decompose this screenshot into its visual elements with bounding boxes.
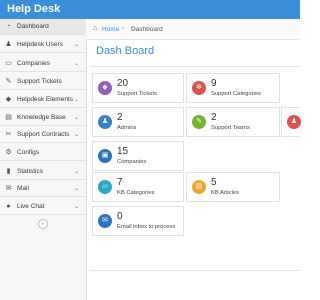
sidebar-item-label: Companies [17,60,50,67]
user-icon: ♟ [287,115,301,129]
sidebar-item-support-tickets[interactable]: ✎ Support Tickets [0,74,86,90]
stat-card-kb-articles[interactable]: ▤ 5 KB Articles [186,172,280,202]
users-icon: ♟ [5,41,12,48]
sidebar: ◔ Dashboard ♟ Helpdesk Users ⌄ ▭ Compani… [0,19,87,300]
stat-count: 7 [117,177,123,188]
companies-icon: ▭ [5,60,12,67]
sidebar-item-helpdesk-elements[interactable]: ◆ Helpdesk Elements ⌄ [0,92,86,108]
stat-label: Companies [117,159,147,165]
stat-count: 9 [211,78,217,89]
stat-card-email-inbox[interactable]: ✉ 0 Email inbox to process [92,206,184,236]
stat-card-companies[interactable]: ▣ 15 Companies [92,141,184,171]
teams-icon: ✎ [192,115,206,129]
sidebar-item-statistics[interactable]: ▮ Statistics ⌄ [0,164,86,180]
collapse-sidebar-button[interactable]: « [38,219,48,229]
sidebar-item-knowledge-base[interactable]: ▤ Knowledge Base ⌄ [0,110,86,126]
sidebar-item-configs[interactable]: ⚙ Configs [0,145,86,161]
stat-count: 0 [117,211,123,222]
stat-count: 15 [117,146,129,157]
sidebar-item-companies[interactable]: ▭ Companies ⌄ [0,56,86,72]
divider [90,66,300,67]
stat-label: KB Articles [211,190,240,196]
gear-icon: ✻ [192,81,206,95]
stat-card-support-categories[interactable]: ✻ 9 Support Categories [186,73,280,103]
home-icon: ⌂ [93,25,98,32]
tags-icon: ◆ [98,81,112,95]
page-title: Dash Board [96,45,155,57]
divider [90,270,300,271]
sidebar-item-live-chat[interactable]: ● Live Chat ⌄ [0,199,86,215]
admin-user-icon: ♟ [98,115,112,129]
stat-count: 2 [211,112,217,123]
chevron-down-icon: ⌄ [73,132,79,138]
sidebar-item-mail[interactable]: ✉ Mail ⌄ [0,181,86,197]
stat-count: 20 [117,78,129,89]
inbox-icon: ✉ [98,214,112,228]
breadcrumb-current: Dashboard [131,26,163,33]
sidebar-item-label: Configs [17,149,40,156]
sidebar-item-label: Knowledge Base [17,114,66,121]
stat-count: 5 [211,177,217,188]
sidebar-item-support-contracts[interactable]: ✂ Support Contracts ⌄ [0,127,86,143]
sidebar-item-label: Support Tickets [17,78,62,85]
stat-card-users-partial[interactable]: ♟ [281,107,301,137]
top-bar: Help Desk [0,0,300,19]
book-icon: ▤ [5,114,12,121]
breadcrumb-separator: › [122,25,125,32]
folder-icon: ▱ [98,180,112,194]
chevron-down-icon: ⌄ [73,186,79,192]
bar-chart-icon: ▮ [6,168,11,175]
tags-icon: ◆ [5,96,12,103]
sidebar-item-label: Helpdesk Elements [17,96,73,103]
sidebar-item-helpdesk-users[interactable]: ♟ Helpdesk Users ⌄ [0,37,86,53]
sidebar-item-label: Helpdesk Users [17,41,63,48]
breadcrumb-home-link[interactable]: Home [102,26,119,33]
envelope-icon: ✉ [5,185,12,192]
stat-card-support-teams[interactable]: ✎ 2 Support Teams [186,107,280,137]
dashboard-icon: ◔ [6,23,11,30]
sidebar-item-label: Mail [17,185,29,192]
sidebar-item-label: Dashboard [17,23,49,30]
stat-card-admins[interactable]: ♟ 2 Admins [92,107,184,137]
chevron-down-icon: ⌄ [73,204,79,210]
app-title: Help Desk [7,3,61,15]
sidebar-item-label: Live Chat [17,203,45,210]
stat-card-kb-categories[interactable]: ▱ 7 KB Categories [92,172,184,202]
briefcase-icon: ▣ [98,149,112,163]
stat-count: 2 [117,112,123,123]
chat-icon: ● [6,203,11,210]
wrench-icon: ✂ [5,131,12,138]
stat-label: Admins [117,125,137,131]
chevron-down-icon: ⌄ [73,97,79,103]
chevron-down-icon: ⌄ [73,42,79,48]
stat-label: Support Categories [211,91,261,97]
stat-label: Email inbox to process [117,224,176,230]
chevron-down-icon: ⌄ [73,115,79,121]
chevron-down-icon: ⌄ [73,61,79,67]
sidebar-item-dashboard[interactable]: ◔ Dashboard [0,19,86,35]
breadcrumb: ⌂ Home › Dashboard [86,19,300,40]
chevron-down-icon: ⌄ [73,169,79,175]
ticket-icon: ✎ [5,78,12,85]
gear-icon: ⚙ [5,149,12,156]
sidebar-item-label: Statistics [17,168,44,175]
stat-label: Support Teams [211,125,250,131]
stat-label: KB Categories [117,190,155,196]
stat-label: Support Tickets [117,91,157,97]
article-icon: ▤ [192,180,206,194]
stat-card-support-tickets[interactable]: ◆ 20 Support Tickets [92,73,184,103]
sidebar-item-label: Support Contracts [17,131,70,138]
